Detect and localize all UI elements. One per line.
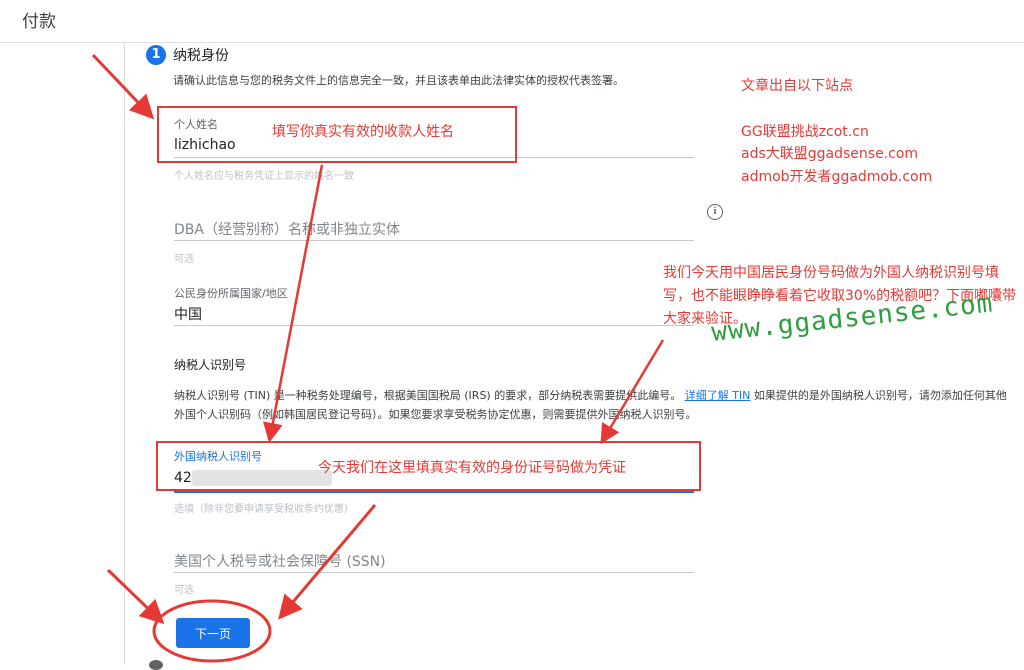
- annotation-overlay: [91, 53, 665, 663]
- step-title: 纳税身份: [173, 48, 229, 64]
- dba-underline: [174, 240, 694, 241]
- ssn-input[interactable]: 美国个人税号或社会保障号 (SSN): [174, 551, 386, 571]
- step-number-badge: 1: [146, 45, 166, 65]
- source-title: 文章出自以下站点: [741, 78, 853, 94]
- next-step-indicator: [149, 660, 163, 670]
- source-site-3: admob开发者ggadmob.com: [741, 169, 933, 185]
- tin-description: 纳税人识别号 (TIN) 是一种税务处理编号，根据美国国税局 (IRS) 的要求…: [174, 386, 1014, 424]
- name-annotation: 填写你真实有效的收款人姓名: [272, 124, 454, 140]
- info-icon[interactable]: i: [707, 204, 723, 220]
- ssn-helper-text: 可选: [174, 585, 194, 596]
- page-header: 付款: [0, 0, 1024, 43]
- dba-input[interactable]: DBA（经营别称）名称或非独立实体: [174, 219, 400, 239]
- next-page-button[interactable]: 下一页: [176, 618, 250, 648]
- source-site-2: ads大联盟ggadsense.com: [741, 146, 919, 162]
- foreign-tin-helper-text: 选填（除非您要申请享受税收条约优惠）: [174, 504, 354, 515]
- source-site-1: GG联盟挑战zcot.cn: [741, 124, 869, 140]
- tin-annotation: 今天我们在这里填真实有效的身份证号码做为凭证: [318, 460, 626, 476]
- arrow-to-button-left: [106, 568, 165, 625]
- learn-tin-link[interactable]: 详细了解 TIN: [685, 389, 751, 402]
- tin-section-heading: 纳税人识别号: [174, 358, 247, 372]
- country-select[interactable]: 中国: [174, 304, 202, 324]
- intro-text: 请确认此信息与您的税务文件上的信息完全一致，并且该表单由此法律实体的授权代表签署…: [173, 74, 624, 87]
- dba-helper-text: 可选: [174, 254, 194, 265]
- page-title: 付款: [22, 12, 56, 32]
- country-underline: [174, 325, 694, 326]
- foreign-tin-underline: [174, 491, 694, 493]
- name-helper-text: 个人姓名应与税务凭证上显示的姓名一致: [174, 171, 354, 182]
- step-rail: [124, 42, 125, 665]
- ssn-underline: [174, 572, 694, 573]
- tin-desc-text-1: 纳税人识别号 (TIN) 是一种税务处理编号，根据美国国税局 (IRS) 的要求…: [174, 389, 682, 402]
- country-field-label: 公民身份所属国家/地区: [174, 287, 288, 300]
- arrow-to-step: [91, 53, 155, 120]
